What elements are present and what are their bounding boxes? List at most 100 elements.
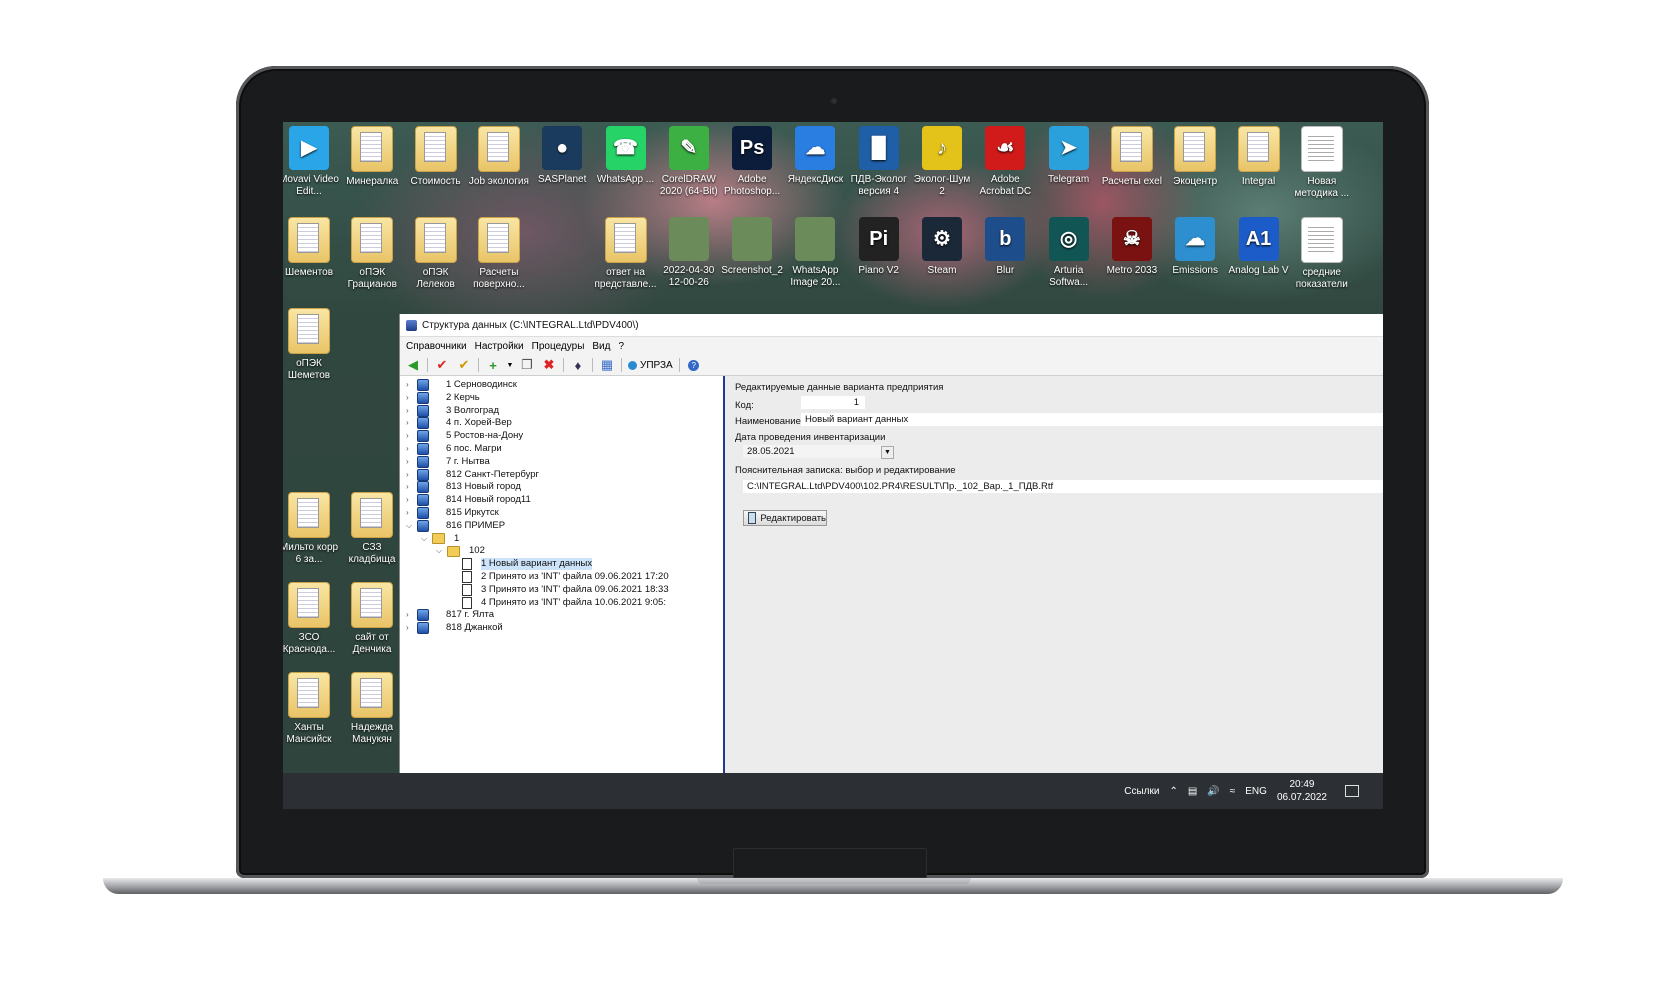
code-field[interactable]: 1 bbox=[801, 396, 865, 409]
menu-settings[interactable]: Настройки bbox=[475, 341, 524, 352]
chevron-right-icon[interactable]: › bbox=[406, 392, 414, 404]
desktop-shortcut[interactable]: оПЭК Лелеков bbox=[404, 217, 468, 291]
desktop-shortcut[interactable]: 2022-04-30 12-00-26 bbox=[657, 217, 721, 289]
tree-item[interactable]: › 813 Новый город bbox=[406, 481, 521, 494]
desktop-shortcut[interactable]: сайт от Денчика bbox=[340, 582, 404, 656]
desktop-shortcut[interactable]: Расчеты поверхно... bbox=[467, 217, 531, 291]
desktop-shortcut[interactable]: оПЭК Грацианов bbox=[340, 217, 404, 291]
desktop-shortcut[interactable]: Надежда Манукян bbox=[340, 672, 404, 746]
desktop-shortcut[interactable]: █ ПДВ-Эколог версия 4 bbox=[847, 126, 911, 198]
desktop-shortcut[interactable]: Новая методика ... bbox=[1290, 126, 1354, 200]
desktop-shortcut[interactable]: ▶ Movavi Video Edit... bbox=[283, 126, 341, 198]
tree-item[interactable]: › 812 Санкт-Петербург bbox=[406, 468, 539, 481]
network-icon[interactable]: ▤ bbox=[1188, 786, 1197, 797]
desktop-shortcut[interactable]: ◎ Arturia Softwa... bbox=[1037, 217, 1101, 289]
tree-item[interactable]: ⌵ 816 ПРИМЕР bbox=[406, 519, 505, 532]
chevron-right-icon[interactable]: › bbox=[406, 379, 414, 391]
desktop-shortcut[interactable]: ● SASPlanet bbox=[530, 126, 594, 186]
desktop-shortcut[interactable]: Ps Adobe Photoshop... bbox=[720, 126, 784, 198]
tree-item[interactable]: ⌵ 102 bbox=[436, 545, 485, 557]
menu-directories[interactable]: Справочники bbox=[406, 341, 467, 352]
help-icon[interactable]: ? bbox=[686, 357, 702, 373]
desktop-shortcut[interactable]: ♪ Эколог-Шум 2 bbox=[910, 126, 974, 198]
desktop-shortcut[interactable]: Screenshot_2 bbox=[720, 217, 784, 277]
desktop-shortcut[interactable]: A1 Analog Lab V bbox=[1227, 217, 1291, 277]
upzra-button[interactable]: УПРЗА bbox=[628, 360, 673, 371]
edit-button[interactable]: Редактировать bbox=[743, 510, 827, 526]
desktop-shortcut[interactable]: Шементов bbox=[283, 217, 341, 279]
tree-item[interactable]: 1 Новый вариант данных bbox=[451, 558, 593, 571]
chevron-right-icon[interactable]: › bbox=[406, 481, 414, 493]
desktop-shortcut[interactable]: Расчеты exel bbox=[1100, 126, 1164, 188]
desktop-shortcut[interactable]: Pi Piano V2 bbox=[847, 217, 911, 277]
menu-procedures[interactable]: Процедуры bbox=[532, 341, 585, 352]
chevron-right-icon[interactable]: › bbox=[406, 443, 414, 455]
menu-view[interactable]: Вид bbox=[592, 341, 610, 352]
desktop-shortcut[interactable]: ➤ Telegram bbox=[1037, 126, 1101, 186]
tree-item[interactable]: 4 Принято из 'INT' файла 10.06.2021 9:05… bbox=[451, 596, 666, 609]
date-dropdown-icon[interactable]: ▼ bbox=[881, 446, 894, 459]
desktop-shortcut[interactable]: Мильто корр 6 за... bbox=[283, 492, 341, 566]
chevron-right-icon[interactable]: › bbox=[406, 430, 414, 442]
desktop-shortcut[interactable]: Job экология bbox=[467, 126, 531, 188]
check-all-icon[interactable]: ✔ bbox=[456, 357, 472, 373]
tree-item[interactable]: › 815 Иркутск bbox=[406, 507, 499, 519]
tree-item[interactable]: › 1 Серноводинск bbox=[406, 379, 517, 391]
chevron-down-icon[interactable]: ⌵ bbox=[436, 545, 444, 557]
notifications-icon[interactable] bbox=[1345, 785, 1359, 797]
tree-item[interactable]: 3 Принято из 'INT' файла 09.06.2021 18:3… bbox=[451, 583, 669, 596]
desktop-shortcut[interactable]: Integral bbox=[1227, 126, 1291, 188]
desktop-shortcut[interactable]: ☁ Emissions bbox=[1163, 217, 1227, 277]
clock[interactable]: 20:49 06.07.2022 bbox=[1277, 778, 1327, 804]
tree-item[interactable]: › 2 Керчь bbox=[406, 391, 480, 404]
desktop-shortcut[interactable]: b Blur bbox=[973, 217, 1037, 277]
desktop-shortcut[interactable]: СЗЗ кладбища bbox=[340, 492, 404, 566]
desktop-shortcut[interactable]: Экоцентр bbox=[1163, 126, 1227, 188]
chevron-right-icon[interactable]: › bbox=[406, 405, 414, 417]
desktop-shortcut[interactable]: Ханты Мансийск bbox=[283, 672, 341, 746]
tree-item[interactable]: › 4 п. Хорей-Вер bbox=[406, 417, 512, 430]
add-icon[interactable]: + bbox=[485, 357, 501, 373]
wifi-icon[interactable]: ≈ bbox=[1230, 786, 1236, 797]
links-toolbar[interactable]: Ссылки bbox=[1124, 786, 1159, 797]
delete-icon[interactable]: ✖ bbox=[541, 357, 557, 373]
tree-item[interactable]: ⌵ 1 bbox=[421, 533, 459, 545]
desktop-shortcut[interactable]: Минералка bbox=[340, 126, 404, 188]
check-icon[interactable]: ✔ bbox=[434, 357, 450, 373]
chevron-right-icon[interactable]: › bbox=[406, 622, 414, 634]
desktop-shortcut[interactable]: ☠ Metro 2033 bbox=[1100, 217, 1164, 277]
chevron-down-icon[interactable]: ⌵ bbox=[406, 520, 414, 532]
desktop-shortcut[interactable]: ☁ ЯндексДиск bbox=[783, 126, 847, 186]
dropdown-arrow-icon[interactable]: ▼ bbox=[507, 357, 514, 373]
map-icon[interactable]: ▦ bbox=[599, 357, 615, 373]
desktop-shortcut[interactable]: ЗСО Краснода... bbox=[283, 582, 341, 656]
desktop-shortcut[interactable]: ответ на представле... bbox=[594, 217, 658, 291]
chevron-right-icon[interactable]: › bbox=[406, 469, 414, 481]
volume-icon[interactable]: 🔊 bbox=[1207, 786, 1219, 797]
date-field[interactable]: 28.05.2021 bbox=[743, 445, 883, 458]
chevron-right-icon[interactable]: › bbox=[406, 494, 414, 506]
copy-icon[interactable]: ❐ bbox=[519, 357, 535, 373]
desktop-shortcut[interactable]: ☎ WhatsApp ... bbox=[594, 126, 658, 186]
desktop-shortcut[interactable]: Стоимость bbox=[404, 126, 468, 188]
tree-item[interactable]: › 817 г. Ялта bbox=[406, 609, 494, 622]
tree-item[interactable]: › 3 Волгоград bbox=[406, 404, 499, 417]
back-icon[interactable]: ◀ bbox=[405, 357, 421, 373]
desktop-shortcut[interactable]: средние показатели bbox=[1290, 217, 1354, 291]
note-path-field[interactable]: C:\INTEGRAL.Ltd\PDV400\102.PR4\RESULT\Пр… bbox=[743, 480, 1383, 493]
tree-item[interactable]: › 814 Новый город11 bbox=[406, 494, 531, 507]
chevron-right-icon[interactable]: › bbox=[406, 609, 414, 621]
tree-item[interactable]: 2 Принято из 'INT' файла 09.06.2021 17:2… bbox=[451, 571, 669, 583]
chevron-up-icon[interactable]: ⌃ bbox=[1169, 786, 1177, 797]
desktop-shortcut[interactable]: оПЭК Шеметов bbox=[283, 308, 341, 382]
language-indicator[interactable]: ENG bbox=[1245, 786, 1267, 797]
chevron-down-icon[interactable]: ⌵ bbox=[421, 533, 429, 545]
desktop-shortcut[interactable]: ☙ Adobe Acrobat DC bbox=[973, 126, 1037, 198]
desktop-shortcut[interactable]: ✎ CorelDRAW 2020 (64-Bit) bbox=[657, 126, 721, 198]
chevron-right-icon[interactable]: › bbox=[406, 456, 414, 468]
desktop-shortcut[interactable]: WhatsApp Image 20... bbox=[783, 217, 847, 289]
menu-help[interactable]: ? bbox=[618, 341, 624, 352]
eraser-icon[interactable]: ♦ bbox=[570, 357, 586, 373]
desktop-shortcut[interactable]: ⚙ Steam bbox=[910, 217, 974, 277]
tree-item[interactable]: › 5 Ростов-на-Дону bbox=[406, 430, 523, 443]
